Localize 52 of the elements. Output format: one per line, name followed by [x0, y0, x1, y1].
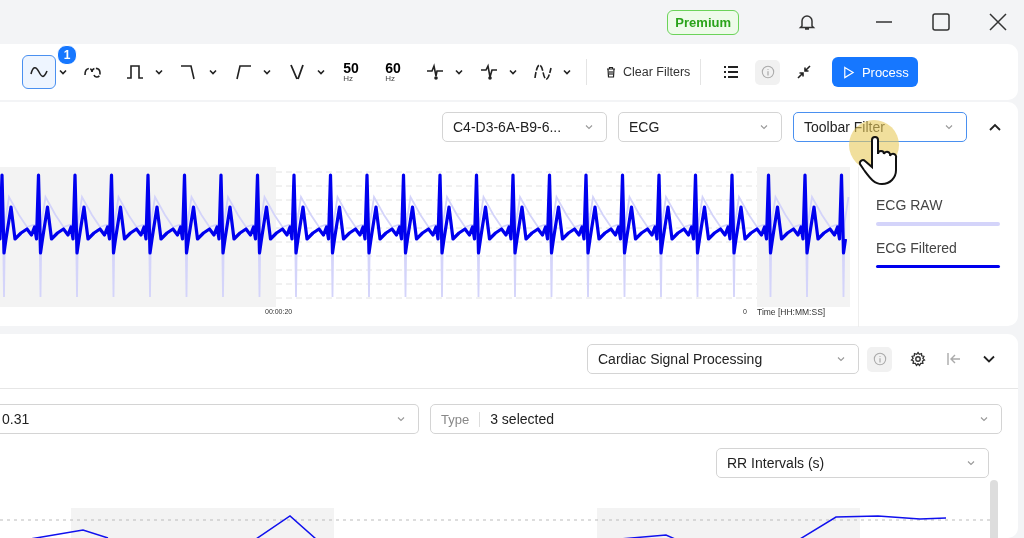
peak-marker-icon [425, 62, 445, 82]
chevron-down-icon [979, 414, 989, 424]
caret-icon[interactable] [154, 67, 164, 77]
scrollbar[interactable] [990, 480, 998, 538]
band-pass-icon [125, 62, 145, 82]
field-label: Type [441, 411, 481, 427]
process-button[interactable]: Process [832, 57, 919, 87]
select-dropdown[interactable]: C4-D3-6A-B9-6... [442, 112, 607, 142]
pipeline-select[interactable]: Cardiac Signal Processing [587, 344, 859, 374]
filter-tool-button[interactable] [22, 55, 56, 89]
caret-icon[interactable] [316, 67, 326, 77]
info-icon [760, 65, 775, 79]
chevron-down-icon [396, 414, 406, 424]
caret-icon[interactable] [508, 67, 518, 77]
filter-tool-button[interactable]: 50 Hz [334, 55, 368, 89]
frequency-label: 60 Hz [385, 61, 401, 83]
frequency-label: 50 Hz [343, 61, 359, 83]
info-icon [872, 352, 887, 366]
play-icon [841, 65, 855, 79]
legend-label[interactable]: ECG Filtered [876, 240, 1000, 256]
legend-label[interactable]: ECG RAW [876, 197, 1000, 213]
high-pass-icon [233, 62, 253, 82]
settings-icon[interactable] [910, 351, 926, 367]
filter-tool-button[interactable]: 60 Hz [376, 55, 410, 89]
valley-marker-icon [479, 62, 499, 82]
close-icon[interactable] [988, 12, 1008, 32]
caret-icon[interactable] [262, 67, 272, 77]
count-badge: 1 [57, 45, 77, 65]
caret-icon[interactable] [562, 67, 572, 77]
chevron-down-icon [836, 354, 846, 364]
axis-label: Time [HH:MM:SS] [757, 307, 826, 317]
chevron-down-icon [759, 122, 769, 132]
collapse-icon[interactable] [796, 64, 813, 80]
field-value: 3 selected [490, 411, 555, 427]
notification-bell-icon[interactable] [797, 12, 817, 32]
chevron-down-icon [944, 122, 954, 132]
caret-icon[interactable] [58, 67, 68, 77]
select-dropdown[interactable]: ECG [618, 112, 782, 142]
notch-icon [287, 62, 307, 82]
maximize-icon[interactable] [931, 12, 951, 32]
caret-icon[interactable] [208, 67, 218, 77]
chevron-down-icon [966, 458, 976, 468]
clear-filters-button[interactable]: Clear Filters [601, 61, 695, 83]
caret-icon[interactable] [454, 67, 464, 77]
metric-select[interactable]: RR Intervals (s) [716, 448, 989, 478]
chevron-down-icon [584, 122, 594, 132]
trash-icon [605, 66, 617, 78]
type-select[interactable]: Type 3 selected [430, 404, 1002, 434]
select-dropdown[interactable]: Toolbar Filter [793, 112, 967, 142]
filter-select[interactable]: 0.31 [0, 404, 419, 434]
noisy-wave-icon [533, 62, 553, 82]
list-icon[interactable] [723, 64, 740, 80]
